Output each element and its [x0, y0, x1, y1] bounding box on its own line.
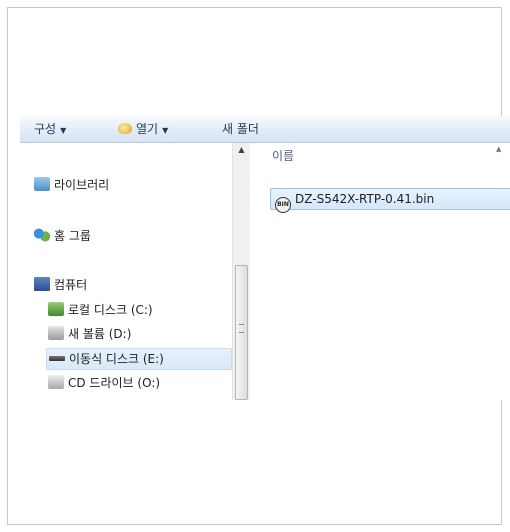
bin-file-icon: BIN	[275, 197, 291, 213]
nav-item-label: 컴퓨터	[54, 278, 88, 292]
sort-ascending-icon: ▲	[496, 145, 502, 153]
homegroup-icon	[34, 228, 50, 242]
scroll-up-arrow-icon[interactable]: ▲	[233, 143, 250, 157]
file-item[interactable]: BIN DZ-S542X-RTP-0.41.bin	[270, 188, 510, 213]
nav-item-label: 새 볼륨 (D:)	[68, 327, 132, 341]
organize-button[interactable]: 구성 ▼	[34, 116, 66, 142]
file-list-pane: 이름 ▲ BIN DZ-S542X-RTP-0.41.bin	[250, 143, 510, 400]
volume-icon	[48, 326, 64, 340]
nav-item-label: 라이브러리	[54, 178, 110, 192]
navigation-pane: 라이브러리 홈 그룹 컴퓨터 로컬 디스크 (C:) 새 볼륨 (D:) 이동식…	[20, 143, 232, 400]
nav-item-volume-d[interactable]: 새 볼륨 (D:)	[48, 324, 131, 344]
library-icon	[34, 177, 50, 191]
nav-item-libraries[interactable]: 라이브러리	[34, 175, 109, 195]
chevron-down-icon: ▼	[60, 126, 67, 135]
local-disk-icon	[48, 302, 64, 316]
nav-item-label: 로컬 디스크 (C:)	[68, 303, 153, 317]
nav-item-label: 홈 그룹	[54, 229, 91, 243]
nav-item-label: CD 드라이브 (O:)	[68, 376, 161, 390]
file-explorer-window: 구성 ▼ 열기 ▼ 새 폴더 라이브러리 홈 그룹 컴퓨터 로컬 디스크 (C:) …	[20, 116, 510, 400]
open-button[interactable]: 열기 ▼	[118, 116, 168, 142]
column-header-name[interactable]: 이름	[272, 143, 294, 173]
chevron-down-icon: ▼	[162, 126, 169, 135]
removable-disk-icon	[49, 356, 65, 361]
computer-icon	[34, 277, 50, 291]
command-bar: 구성 ▼ 열기 ▼ 새 폴더	[20, 116, 510, 143]
open-icon	[118, 123, 132, 134]
new-folder-label: 새 폴더	[222, 122, 259, 136]
column-header-row: 이름 ▲	[250, 143, 510, 173]
file-name: DZ-S542X-RTP-0.41.bin	[295, 192, 435, 206]
nav-scrollbar[interactable]: ▲	[232, 143, 250, 400]
nav-item-label: 이동식 디스크 (E:)	[69, 352, 164, 366]
new-folder-button[interactable]: 새 폴더	[222, 116, 259, 142]
nav-item-homegroup[interactable]: 홈 그룹	[34, 226, 91, 246]
nav-item-removable-disk-e[interactable]: 이동식 디스크 (E:)	[46, 348, 232, 370]
organize-label: 구성	[34, 122, 57, 136]
nav-item-local-disk-c[interactable]: 로컬 디스크 (C:)	[48, 300, 153, 320]
open-label: 열기	[136, 122, 159, 136]
cd-drive-icon	[48, 375, 64, 389]
nav-item-computer[interactable]: 컴퓨터	[34, 275, 87, 295]
nav-item-cd-drive-o[interactable]: CD 드라이브 (O:)	[48, 373, 160, 393]
grip-icon	[239, 324, 244, 333]
scrollbar-thumb[interactable]	[235, 265, 248, 400]
